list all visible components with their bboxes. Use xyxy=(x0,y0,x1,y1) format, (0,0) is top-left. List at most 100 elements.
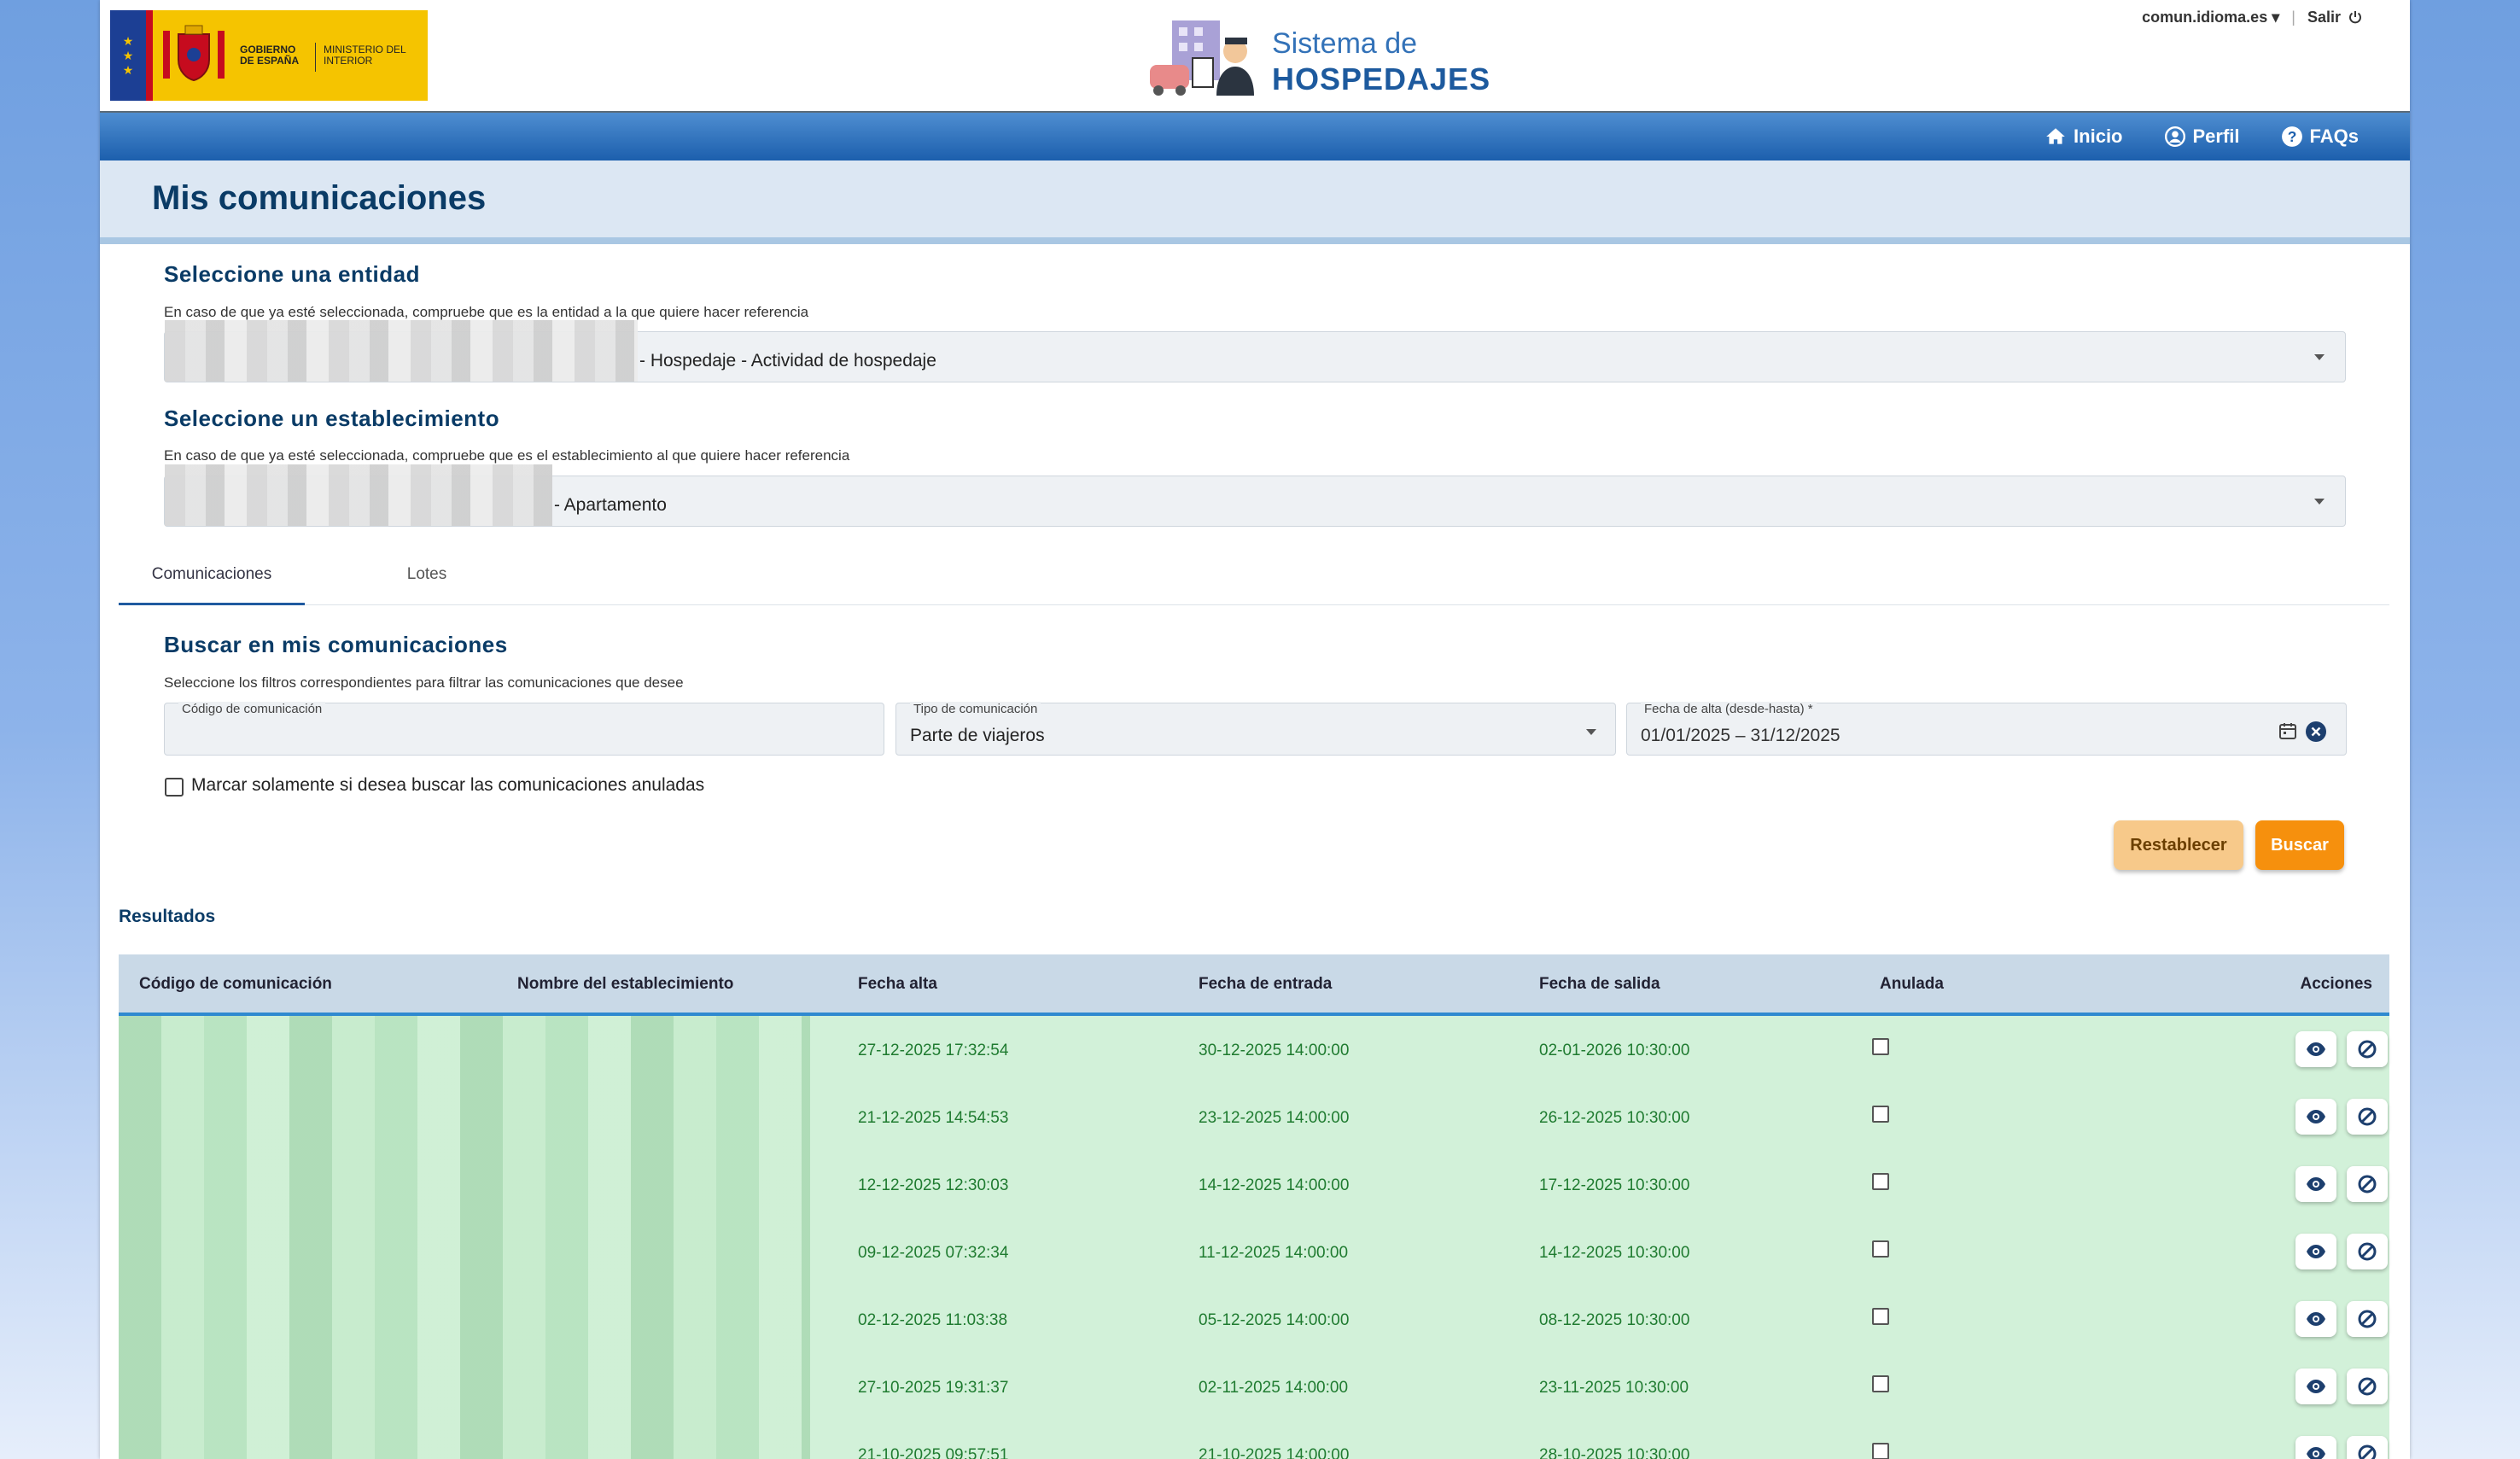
view-button[interactable] xyxy=(2295,1436,2336,1459)
ban-icon xyxy=(2358,1242,2377,1261)
anulada-checkbox[interactable] xyxy=(1872,1038,1889,1055)
home-icon xyxy=(2046,128,2065,144)
establishment-heading: Seleccione un establecimiento xyxy=(164,406,500,431)
user-domain-dropdown[interactable]: comun.idioma.es ▾ xyxy=(2142,9,2279,26)
cancel-communication-button[interactable] xyxy=(2347,1166,2388,1202)
anulada-checkbox[interactable] xyxy=(1872,1240,1889,1258)
page-title: Mis comunicaciones xyxy=(152,179,487,217)
type-select-label: Tipo de comunicación xyxy=(910,702,1041,716)
cancel-communication-button[interactable] xyxy=(2347,1436,2388,1459)
eye-icon xyxy=(2307,1312,2325,1326)
cell-fecha-salida: 28-10-2025 10:30:00 xyxy=(1539,1446,1690,1459)
search-button[interactable]: Buscar xyxy=(2255,820,2344,870)
redacted-establishment-name xyxy=(165,464,552,526)
type-select[interactable]: Tipo de comunicación Parte de viajeros xyxy=(895,702,1616,756)
user-area: comun.idioma.es ▾ | Salir xyxy=(2142,9,2362,26)
view-button[interactable] xyxy=(2295,1099,2336,1135)
tab-comunicaciones[interactable]: Comunicaciones xyxy=(119,546,305,605)
anulada-checkbox[interactable] xyxy=(1872,1443,1889,1459)
anulada-checkbox[interactable] xyxy=(1872,1106,1889,1123)
hotel-building-illustration-icon xyxy=(1150,20,1254,96)
user-circle-icon xyxy=(2164,125,2185,148)
cell-fecha-alta: 21-10-2025 09:57:51 xyxy=(858,1446,1009,1459)
nav-faqs[interactable]: ? FAQs xyxy=(2281,125,2359,148)
view-button[interactable] xyxy=(2295,1234,2336,1269)
entity-select[interactable]: - Hospedaje - Actividad de hospedaje xyxy=(164,320,2346,382)
table-row: 21-10-2025 09:57:51 21-10-2025 14:00:00 28… xyxy=(119,1421,2389,1459)
type-select-value: Parte de viajeros xyxy=(910,726,1045,745)
clear-circle-icon[interactable] xyxy=(2305,721,2327,743)
view-button[interactable] xyxy=(2295,1166,2336,1202)
view-button[interactable] xyxy=(2295,1031,2336,1067)
table-row: 12-12-2025 12:30:03 14-12-2025 14:00:00 17… xyxy=(119,1151,2389,1219)
cancel-communication-button[interactable] xyxy=(2347,1369,2388,1404)
redacted-code-and-name xyxy=(119,1218,810,1286)
question-circle-icon: ? xyxy=(2281,126,2302,147)
cell-fecha-salida: 23-11-2025 10:30:00 xyxy=(1539,1379,1689,1397)
col-fecha-alta[interactable]: Fecha alta xyxy=(858,975,937,994)
eye-icon xyxy=(2307,1245,2325,1258)
redacted-code-and-name xyxy=(119,1421,810,1459)
chevron-down-icon xyxy=(1586,729,1596,735)
redacted-code-and-name xyxy=(119,1286,810,1353)
gov-text-ministry: MINISTERIO DEL INTERIOR xyxy=(324,44,406,67)
anulada-checkbox[interactable] xyxy=(1872,1375,1889,1392)
app-title-line2: HOSPEDAJES xyxy=(1272,61,1491,96)
coat-of-arms-icon xyxy=(163,25,225,82)
view-button[interactable] xyxy=(2295,1301,2336,1337)
col-establishment[interactable]: Nombre del establecimiento xyxy=(517,975,733,994)
ban-icon xyxy=(2358,1040,2377,1059)
cancel-communication-button[interactable] xyxy=(2347,1031,2388,1067)
cell-fecha-salida: 26-12-2025 10:30:00 xyxy=(1539,1109,1690,1127)
nav-bar: Inicio Perfil ? FAQs xyxy=(100,113,2410,160)
nav-profile[interactable]: Perfil xyxy=(2164,125,2240,148)
establishment-select[interactable]: - Apartamento xyxy=(164,464,2346,527)
col-acciones: Acciones xyxy=(2300,975,2372,993)
results-label: Resultados xyxy=(119,907,216,926)
code-input[interactable] xyxy=(178,726,848,748)
logout-button[interactable]: Salir xyxy=(2307,9,2362,26)
cancelled-only-checkbox[interactable] xyxy=(165,778,184,797)
tabs: Comunicaciones Lotes xyxy=(119,546,2389,605)
cell-fecha-salida: 17-12-2025 10:30:00 xyxy=(1539,1176,1690,1194)
nav-home[interactable]: Inicio xyxy=(2045,125,2123,148)
ban-icon xyxy=(2358,1444,2377,1459)
code-field[interactable]: Código de comunicación xyxy=(164,702,884,756)
col-fecha-entrada[interactable]: Fecha de entrada xyxy=(1199,975,1332,994)
col-fecha-salida[interactable]: Fecha de salida xyxy=(1539,975,1660,994)
app-title-line1: Sistema de xyxy=(1272,27,1418,60)
search-heading: Buscar en mis comunicaciones xyxy=(164,632,508,657)
table-row: 02-12-2025 11:03:38 05-12-2025 14:00:00 08… xyxy=(119,1286,2389,1354)
anulada-checkbox[interactable] xyxy=(1872,1173,1889,1190)
entity-help: En caso de que ya esté seleccionada, com… xyxy=(164,304,809,320)
app-logo[interactable]: Sistema de HOSPEDAJES xyxy=(1146,15,1505,101)
tab-lotes[interactable]: Lotes xyxy=(371,546,482,603)
date-range-label: Fecha de alta (desde-hasta) * xyxy=(1641,702,1817,716)
search-help: Seleccione los filtros correspondientes … xyxy=(164,674,684,691)
top-header: ★ ★ ★ GOBIERNO DE ESPAÑA MINISTERIO DEL IN… xyxy=(100,0,2410,113)
anulada-checkbox[interactable] xyxy=(1872,1308,1889,1325)
cancel-communication-button[interactable] xyxy=(2347,1234,2388,1269)
date-range-field[interactable]: Fecha de alta (desde-hasta) * 01/01/2025… xyxy=(1626,702,2347,756)
eye-icon xyxy=(2307,1110,2325,1123)
page: ★ ★ ★ GOBIERNO DE ESPAÑA MINISTERIO DEL IN… xyxy=(100,0,2410,1459)
view-button[interactable] xyxy=(2295,1369,2336,1404)
eye-icon xyxy=(2307,1447,2325,1459)
eye-icon xyxy=(2307,1380,2325,1393)
redacted-code-and-name xyxy=(119,1151,810,1218)
chevron-down-icon xyxy=(2314,354,2325,360)
col-code[interactable]: Código de comunicación xyxy=(139,975,332,994)
cell-fecha-salida: 02-01-2026 10:30:00 xyxy=(1539,1042,1690,1059)
cancel-communication-button[interactable] xyxy=(2347,1301,2388,1337)
cell-fecha-entrada: 14-12-2025 14:00:00 xyxy=(1199,1176,1350,1194)
cell-fecha-entrada: 02-11-2025 14:00:00 xyxy=(1199,1379,1349,1397)
col-anulada[interactable]: Anulada xyxy=(1880,975,1944,994)
entity-select-value: - Hospedaje - Actividad de hospedaje xyxy=(639,351,936,371)
cancel-communication-button[interactable] xyxy=(2347,1099,2388,1135)
eye-icon xyxy=(2307,1042,2325,1056)
calendar-icon[interactable] xyxy=(2278,721,2298,741)
reset-button[interactable]: Restablecer xyxy=(2114,820,2243,870)
cell-fecha-alta: 09-12-2025 07:32:34 xyxy=(858,1244,1009,1262)
cell-fecha-entrada: 23-12-2025 14:00:00 xyxy=(1199,1109,1350,1127)
table-row: 09-12-2025 07:32:34 11-12-2025 14:00:00 14… xyxy=(119,1218,2389,1287)
